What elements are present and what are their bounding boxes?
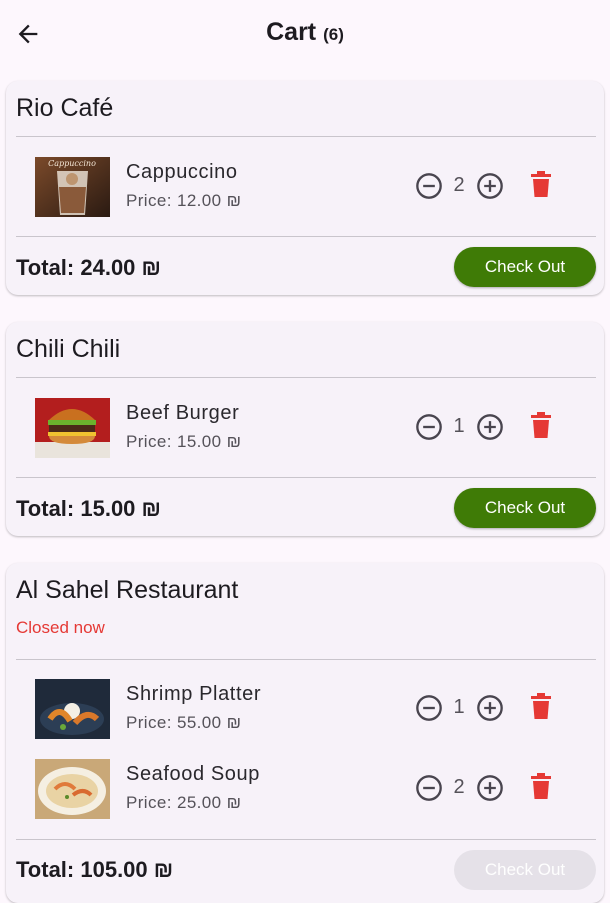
item-name: Shrimp Platter [126, 683, 262, 705]
app-bar: Cart (6) [0, 0, 610, 66]
item-price: Price: 12.00 ₪ [126, 191, 242, 210]
plus-circle-icon[interactable] [476, 413, 504, 441]
quantity-value: 1 [453, 696, 465, 718]
divider [16, 136, 596, 137]
cart-count: (6) [323, 25, 344, 44]
seafood-soup-image [35, 759, 110, 819]
trash-icon[interactable] [529, 412, 553, 440]
divider [16, 477, 596, 478]
cart-item: Beef Burger Price: 15.00 ₪ 1 [6, 396, 604, 458]
trash-icon[interactable] [529, 171, 553, 199]
cappuccino-image: Cappuccino [35, 157, 110, 217]
cart-item: Seafood Soup Price: 25.00 ₪ 2 [6, 757, 604, 819]
restaurant-card-al-sahel: Al Sahel Restaurant Closed now Shrimp Pl… [6, 563, 604, 903]
item-name: Beef Burger [126, 402, 240, 424]
burger-image [35, 398, 110, 458]
shrimp-platter-image [35, 679, 110, 739]
item-price: Price: 55.00 ₪ [126, 713, 242, 732]
cart-item: Cappuccino Cappuccino Price: 12.00 ₪ 2 [6, 155, 604, 217]
checkout-button[interactable]: Check Out [454, 247, 596, 287]
cart-total: Total: 24.00 ₪ [16, 255, 161, 280]
closed-status: Closed now [16, 618, 105, 637]
trash-icon[interactable] [529, 693, 553, 721]
cart-total: Total: 15.00 ₪ [16, 496, 161, 521]
svg-text:Cappuccino: Cappuccino [48, 159, 96, 168]
item-name: Cappuccino [126, 161, 238, 183]
restaurant-name: Rio Café [16, 94, 114, 122]
quantity-value: 2 [453, 776, 465, 798]
plus-circle-icon[interactable] [476, 694, 504, 722]
item-price: Price: 15.00 ₪ [126, 432, 242, 451]
quantity-value: 1 [453, 415, 465, 437]
restaurant-name: Chili Chili [16, 335, 121, 363]
divider [16, 659, 596, 660]
item-price: Price: 25.00 ₪ [126, 793, 242, 812]
cart-total: Total: 105.00 ₪ [16, 857, 174, 882]
checkout-button[interactable]: Check Out [454, 488, 596, 528]
divider [16, 236, 596, 237]
minus-circle-icon[interactable] [415, 774, 443, 802]
plus-circle-icon[interactable] [476, 172, 504, 200]
divider [16, 839, 596, 840]
restaurant-card-chili-chili: Chili Chili Beef Burger Price: 15.00 ₪ 1… [6, 322, 604, 536]
quantity-value: 2 [453, 174, 465, 196]
plus-circle-icon[interactable] [476, 774, 504, 802]
minus-circle-icon[interactable] [415, 694, 443, 722]
page-title: Cart (6) [0, 18, 610, 47]
restaurant-name: Al Sahel Restaurant [16, 576, 239, 604]
checkout-button-disabled[interactable]: Check Out [454, 850, 596, 890]
item-name: Seafood Soup [126, 763, 260, 785]
trash-icon[interactable] [529, 773, 553, 801]
minus-circle-icon[interactable] [415, 413, 443, 441]
restaurant-card-rio-cafe: Rio Café Cappuccino Cappuccino Price: 12… [6, 81, 604, 295]
minus-circle-icon[interactable] [415, 172, 443, 200]
cart-item: Shrimp Platter Price: 55.00 ₪ 1 [6, 677, 604, 739]
page-title-text: Cart [266, 18, 317, 46]
divider [16, 377, 596, 378]
